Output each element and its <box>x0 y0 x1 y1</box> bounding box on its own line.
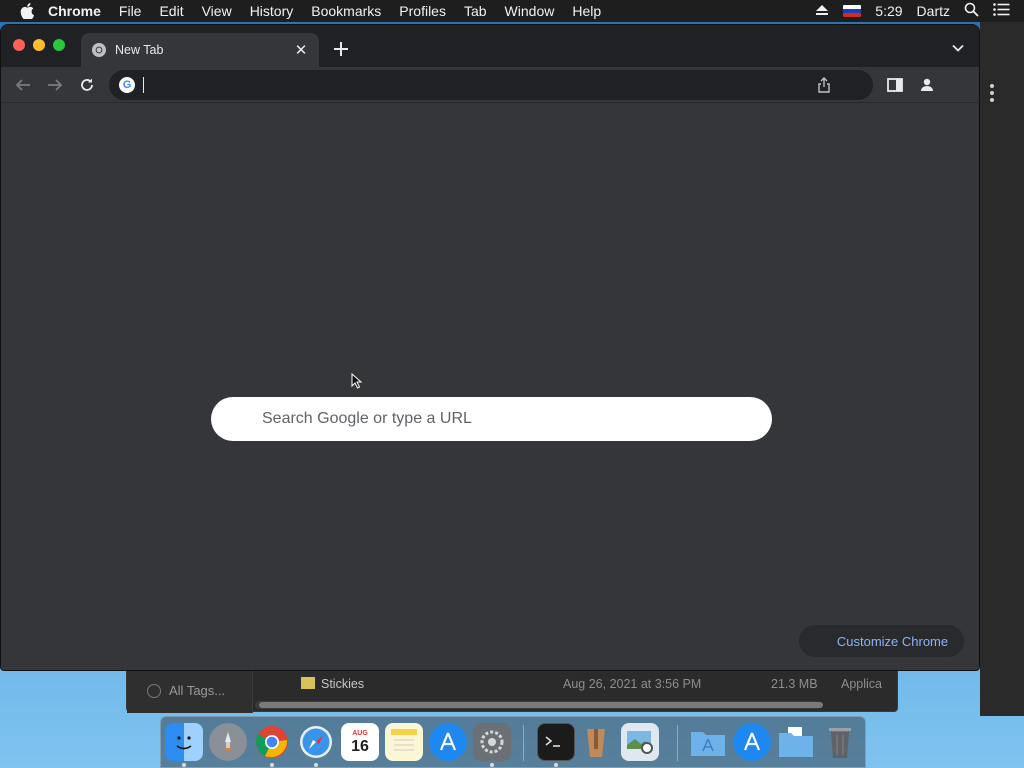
launchpad-icon[interactable] <box>209 723 247 761</box>
dock: AUG 16 <box>160 716 866 768</box>
chrome-icon <box>91 42 107 58</box>
minimize-window-button[interactable] <box>33 39 45 51</box>
running-indicator <box>182 763 186 767</box>
menu-edit[interactable]: Edit <box>159 3 183 19</box>
terminal-icon[interactable] <box>537 723 575 761</box>
text-caret <box>143 77 144 93</box>
menu-file[interactable]: File <box>119 3 142 19</box>
horizontal-scrollbar[interactable] <box>255 701 823 709</box>
menu-profiles[interactable]: Profiles <box>399 3 446 19</box>
calendar-day: 16 <box>351 737 369 755</box>
running-indicator <box>314 763 318 767</box>
zoom-window-button[interactable] <box>53 39 65 51</box>
tab-search-chevron-down-icon[interactable] <box>951 41 965 55</box>
new-tab-button[interactable] <box>331 39 351 59</box>
sidebar-item-all-tags[interactable]: All Tags... <box>147 683 225 698</box>
documents-folder-icon[interactable] <box>777 723 815 761</box>
google-chrome-icon[interactable] <box>253 723 291 761</box>
safari-icon[interactable] <box>297 723 335 761</box>
file-date: Aug 26, 2021 at 3:56 PM <box>563 677 702 691</box>
applications-folder-icon[interactable] <box>689 723 727 761</box>
google-g-icon: G <box>119 77 135 93</box>
search-input[interactable] <box>262 407 742 431</box>
file-kind: Applica <box>841 677 882 691</box>
running-indicator <box>490 763 494 767</box>
tab-title: New Tab <box>115 43 164 57</box>
notification-center-icon[interactable] <box>993 3 1010 19</box>
clock-time[interactable]: 5:29 <box>875 3 902 19</box>
sidebar-item-label: All Tags... <box>169 683 226 698</box>
search-box[interactable] <box>211 397 772 441</box>
tab-strip: New Tab ✕ <box>1 25 979 67</box>
calendar-month: AUG <box>352 729 368 737</box>
finder-icon[interactable] <box>165 723 203 761</box>
eject-icon[interactable] <box>815 3 829 19</box>
preview-icon[interactable] <box>621 723 659 761</box>
file-name: Stickies <box>321 677 365 691</box>
trash-icon[interactable] <box>821 723 859 761</box>
tag-icon <box>147 683 161 698</box>
menu-help[interactable]: Help <box>572 3 601 19</box>
side-panel-icon[interactable] <box>886 76 904 94</box>
forward-button[interactable] <box>45 75 65 95</box>
app-store-icon[interactable] <box>429 723 467 761</box>
background-window-edge <box>980 22 1024 716</box>
back-button[interactable] <box>13 75 33 95</box>
list-item[interactable]: Stickies Aug 26, 2021 at 3:56 PM 21.3 MB… <box>267 675 897 693</box>
dock-separator <box>677 725 678 761</box>
apple-icon[interactable] <box>18 2 36 20</box>
app-store-folder-icon[interactable] <box>733 723 771 761</box>
user-name[interactable]: Dartz <box>917 3 950 19</box>
reload-button[interactable] <box>77 75 97 95</box>
browser-toolbar: G <box>1 67 979 103</box>
share-icon[interactable] <box>817 77 831 93</box>
notes-icon[interactable] <box>385 723 423 761</box>
file-size: 21.3 MB <box>771 677 818 691</box>
dock-separator <box>523 725 524 761</box>
scrollbar-thumb[interactable] <box>259 702 823 708</box>
address-bar[interactable]: G <box>109 70 873 100</box>
new-tab-page: Customize Chrome <box>1 104 979 670</box>
running-indicator <box>270 763 274 767</box>
more-options-icon[interactable] <box>990 84 994 105</box>
stickies-icon <box>301 677 315 692</box>
address-input[interactable] <box>145 75 805 95</box>
menu-view[interactable]: View <box>202 3 232 19</box>
menu-history[interactable]: History <box>250 3 294 19</box>
spotlight-search-icon[interactable] <box>964 2 979 20</box>
system-preferences-icon[interactable] <box>473 723 511 761</box>
calendar-icon[interactable]: AUG 16 <box>341 723 379 761</box>
customize-chrome-label: Customize Chrome <box>836 633 949 649</box>
menu-bar: Chrome File Edit View History Bookmarks … <box>0 0 1024 22</box>
close-window-button[interactable] <box>13 39 25 51</box>
menu-bookmarks[interactable]: Bookmarks <box>311 3 381 19</box>
menu-tab[interactable]: Tab <box>464 3 487 19</box>
profile-avatar-icon[interactable] <box>918 76 936 94</box>
menu-window[interactable]: Window <box>505 3 555 19</box>
archive-utility-icon[interactable] <box>577 723 615 761</box>
close-tab-icon[interactable]: ✕ <box>291 40 311 60</box>
input-source-flag-icon[interactable] <box>843 5 862 17</box>
tab-new-tab[interactable]: New Tab ✕ <box>81 33 319 67</box>
running-indicator <box>554 763 558 767</box>
menu-app-name[interactable]: Chrome <box>48 3 101 19</box>
chrome-window: New Tab ✕ G Search Google or type a URL … <box>0 24 980 671</box>
customize-chrome-button[interactable]: Customize Chrome <box>799 625 964 657</box>
mouse-pointer-icon <box>351 372 363 389</box>
